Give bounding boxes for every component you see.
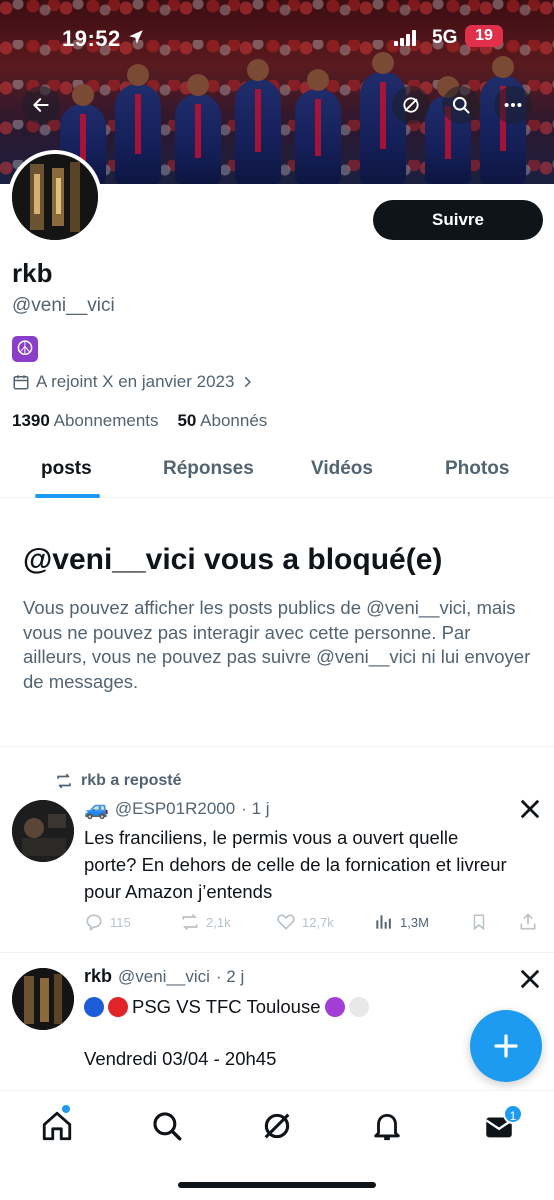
bookmark-button[interactable] bbox=[470, 912, 488, 932]
back-arrow-icon bbox=[33, 98, 49, 112]
reply-button[interactable]: 115 bbox=[84, 912, 131, 932]
profile-banner[interactable]: 19:52 5G 19 bbox=[0, 0, 554, 184]
follow-counts: 1390 Abonnements 50 Abonnés bbox=[12, 411, 267, 431]
calendar-icon bbox=[13, 375, 29, 390]
share-icon bbox=[520, 913, 536, 930]
status-bar: 19:52 5G 19 bbox=[0, 22, 554, 56]
repost-icon bbox=[182, 913, 198, 931]
joined-date[interactable]: A rejoint X en janvier 2023 bbox=[12, 372, 254, 392]
blocked-text: Vous pouvez afficher les posts publics d… bbox=[23, 597, 531, 692]
repost-indicator: rkb a reposté bbox=[55, 772, 181, 790]
reply-icon bbox=[86, 914, 102, 932]
repost-icon bbox=[57, 773, 71, 789]
post-header: 🚙 @ESP01R2000 · 1 j bbox=[84, 796, 270, 821]
red-circle-emoji bbox=[108, 996, 128, 1017]
tab-replies[interactable]: Réponses bbox=[163, 458, 254, 480]
purple-circle-emoji bbox=[324, 996, 345, 1017]
post-header: rkb @veni__vici · 2 j bbox=[84, 966, 244, 987]
x-logo-icon bbox=[520, 969, 540, 989]
author-photo bbox=[12, 968, 74, 1030]
repost-label: rkb a reposté bbox=[81, 772, 182, 789]
heart-icon bbox=[277, 914, 295, 930]
joined-label: A rejoint X en janvier 2023 bbox=[36, 372, 235, 391]
search-button[interactable] bbox=[442, 86, 480, 124]
location-arrow-icon bbox=[129, 30, 143, 44]
blue-circle-emoji bbox=[84, 996, 104, 1017]
home-notification-dot bbox=[62, 1105, 70, 1113]
white-circle-emoji bbox=[348, 996, 369, 1017]
following-link[interactable]: 1390 Abonnements bbox=[12, 411, 159, 430]
post-time: · 1 j bbox=[241, 798, 270, 818]
repost-button[interactable]: 2,1k bbox=[180, 912, 231, 932]
tab-photos[interactable]: Photos bbox=[445, 458, 509, 480]
follow-button[interactable]: Suivre bbox=[373, 200, 543, 240]
back-button[interactable] bbox=[22, 86, 60, 124]
active-tab-indicator bbox=[35, 494, 100, 498]
views-icon bbox=[376, 915, 391, 929]
share-button[interactable] bbox=[518, 912, 538, 932]
search-icon[interactable] bbox=[150, 1109, 184, 1143]
status-time: 19:52 bbox=[62, 26, 121, 51]
post-author-handle[interactable]: @veni__vici bbox=[118, 967, 210, 987]
grok-icon bbox=[403, 97, 419, 113]
bookmark-icon bbox=[473, 914, 485, 931]
post-text-line[interactable]: Vendredi 03/04 - 20h45 bbox=[84, 1045, 514, 1072]
profile-avatar[interactable] bbox=[8, 150, 102, 244]
notifications-icon[interactable] bbox=[370, 1109, 404, 1143]
views-button[interactable]: 1,3M bbox=[374, 912, 429, 932]
chevron-right-icon bbox=[245, 376, 252, 388]
messages-badge: 1 bbox=[503, 1104, 523, 1124]
profile-tabs: posts Réponses Vidéos Photos bbox=[0, 450, 554, 498]
network-label: 5G bbox=[432, 27, 458, 48]
compose-button[interactable] bbox=[470, 1010, 542, 1082]
avatar-image bbox=[12, 154, 98, 240]
post-text[interactable]: Les franciliens, le permis vous a ouvert… bbox=[84, 824, 514, 905]
post-actions: 115 2,1k 12,7k 1,3M bbox=[84, 912, 544, 938]
post-author-avatar[interactable] bbox=[12, 968, 74, 1030]
divider bbox=[0, 746, 554, 747]
battery-indicator: 19 bbox=[465, 25, 503, 47]
search-icon bbox=[452, 96, 470, 114]
tab-posts[interactable]: posts bbox=[41, 458, 92, 480]
post-text-line[interactable]: PSG VS TFC Toulouse bbox=[84, 993, 514, 1020]
post-author-handle[interactable]: @ESP01R2000 bbox=[115, 799, 235, 819]
post-author-avatar[interactable] bbox=[12, 800, 74, 862]
profile-handle: @veni__vici bbox=[12, 295, 115, 316]
profile-name: rkb bbox=[12, 258, 53, 288]
tab-videos[interactable]: Vidéos bbox=[311, 458, 373, 480]
post-time: · 2 j bbox=[215, 966, 245, 986]
more-icon bbox=[504, 102, 522, 108]
post-author-name[interactable]: rkb bbox=[84, 966, 112, 987]
signal-icon bbox=[394, 30, 416, 46]
home-indicator bbox=[178, 1182, 376, 1188]
author-photo bbox=[12, 800, 74, 862]
plus-icon bbox=[494, 1034, 518, 1058]
x-logo-icon bbox=[520, 799, 540, 819]
grok-icon[interactable] bbox=[260, 1109, 294, 1143]
blocked-title: @veni__vici vous a bloqué(e) bbox=[23, 543, 443, 576]
like-button[interactable]: 12,7k bbox=[276, 912, 334, 932]
divider bbox=[0, 952, 554, 953]
peace-emoji: ☮ bbox=[12, 336, 38, 362]
car-emoji: 🚙 bbox=[84, 798, 109, 820]
followers-link[interactable]: 50 Abonnés bbox=[177, 411, 267, 430]
more-button[interactable] bbox=[494, 86, 532, 124]
grok-button[interactable] bbox=[392, 86, 430, 124]
home-icon[interactable] bbox=[40, 1109, 74, 1143]
